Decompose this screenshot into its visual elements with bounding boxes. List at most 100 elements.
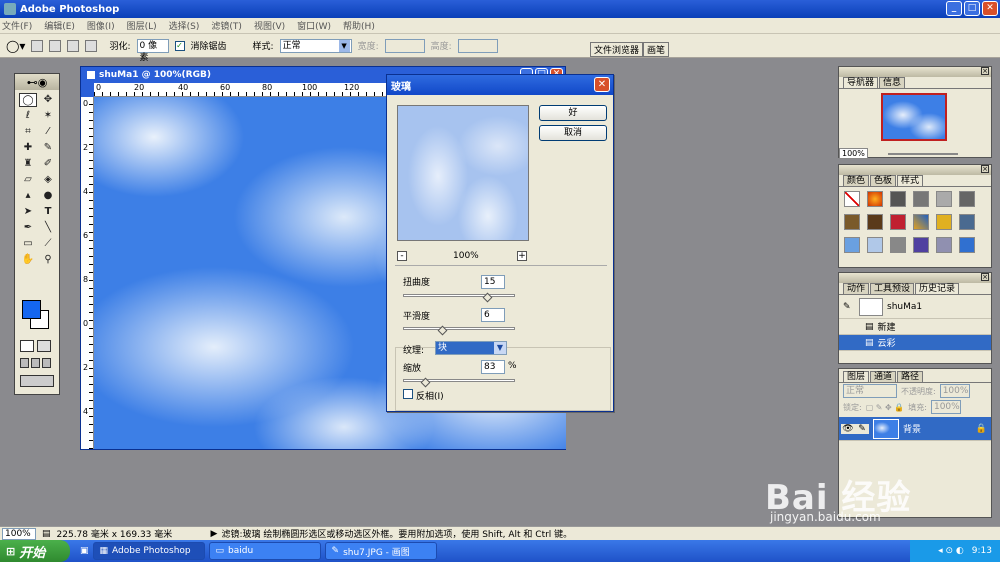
- history-item[interactable]: ▤ 云彩: [839, 335, 991, 351]
- taskbar-item-baidu[interactable]: ▭ baidu: [208, 542, 321, 560]
- taskbar-item-photoshop[interactable]: ▦ Adobe Photoshop: [92, 542, 205, 560]
- panel-header[interactable]: ×: [839, 273, 991, 283]
- style-swatch[interactable]: [844, 191, 860, 207]
- width-input[interactable]: [384, 38, 425, 53]
- intersect-selection-icon[interactable]: [85, 39, 98, 52]
- add-selection-icon[interactable]: [49, 39, 62, 52]
- tab-color[interactable]: 颜色: [843, 175, 870, 186]
- dialog-title-bar[interactable]: 玻璃: [387, 75, 613, 95]
- panel-header[interactable]: ×: [839, 165, 991, 175]
- invert-checkbox[interactable]: [403, 389, 413, 399]
- file-browser-tab[interactable]: 文件浏览器: [590, 42, 644, 57]
- smoothness-slider[interactable]: [403, 327, 515, 330]
- style-swatch[interactable]: [890, 214, 906, 230]
- style-swatch[interactable]: [844, 214, 860, 230]
- style-swatch[interactable]: [936, 237, 952, 253]
- taskbar-item-paint[interactable]: ✎ shu7.JPG - 画图: [324, 542, 437, 560]
- texture-select[interactable]: 块 ▼: [435, 341, 507, 355]
- maximize-button[interactable]: □: [964, 1, 980, 16]
- foreground-color-swatch-top[interactable]: [22, 300, 41, 319]
- menu-layer[interactable]: 图层(L): [127, 19, 157, 32]
- start-button[interactable]: ⊞ 开始: [0, 540, 70, 562]
- antialias-checkbox[interactable]: ✓: [174, 40, 185, 51]
- history-snapshot[interactable]: ✎ shuMa1: [839, 295, 991, 319]
- menu-file[interactable]: 文件(F): [2, 19, 32, 32]
- show-desktop-icon[interactable]: ▣: [80, 546, 89, 556]
- layer-row[interactable]: 👁 ✎ 背景 🔒: [839, 417, 991, 441]
- brushes-tab[interactable]: 画笔: [643, 42, 670, 57]
- eraser-icon[interactable]: ▱: [19, 173, 37, 187]
- history-item[interactable]: ▤ 新建: [839, 319, 991, 335]
- style-swatch[interactable]: [936, 191, 952, 207]
- tab-styles[interactable]: 样式: [897, 175, 924, 186]
- blend-mode-select[interactable]: 正常: [843, 384, 897, 398]
- notes-icon[interactable]: ▭: [19, 237, 37, 251]
- stamp-icon[interactable]: ♜: [19, 157, 37, 171]
- style-swatch[interactable]: [867, 237, 883, 253]
- style-swatch[interactable]: [959, 237, 975, 253]
- menu-select[interactable]: 选择(S): [169, 19, 200, 32]
- fill-input[interactable]: 100%: [930, 400, 961, 414]
- tray-icons[interactable]: ◂ ⊙ ◐: [938, 546, 964, 556]
- blur-icon[interactable]: ▴: [19, 189, 37, 203]
- panel-close-icon[interactable]: ×: [981, 165, 989, 173]
- opacity-input[interactable]: 100%: [939, 384, 970, 398]
- cancel-button[interactable]: 取消: [539, 125, 607, 141]
- lasso-icon[interactable]: ℓ: [19, 109, 37, 123]
- style-swatch[interactable]: [959, 191, 975, 207]
- menu-edit[interactable]: 编辑(E): [44, 19, 75, 32]
- tab-channels[interactable]: 通道: [870, 371, 897, 382]
- marquee-icon[interactable]: ◯: [19, 93, 37, 107]
- subtract-selection-icon[interactable]: [67, 39, 80, 52]
- dialog-close-button[interactable]: ✕: [594, 77, 610, 92]
- style-swatch[interactable]: [913, 214, 929, 230]
- magic-wand-icon[interactable]: ✶: [39, 109, 57, 123]
- move-icon[interactable]: ✥: [39, 93, 57, 107]
- zoom-icon[interactable]: ⚲: [39, 253, 57, 267]
- style-swatch[interactable]: [913, 191, 929, 207]
- style-swatch[interactable]: [890, 237, 906, 253]
- distortion-slider[interactable]: [403, 294, 515, 297]
- minimize-button[interactable]: _: [946, 1, 962, 16]
- close-button[interactable]: ✕: [982, 1, 998, 16]
- menu-image[interactable]: 图像(I): [87, 19, 115, 32]
- status-zoom[interactable]: 100%: [2, 527, 36, 540]
- menu-window[interactable]: 窗口(W): [297, 19, 331, 32]
- type-icon[interactable]: T: [39, 205, 57, 219]
- scale-input[interactable]: 83: [481, 360, 505, 374]
- panel-header[interactable]: ×: [839, 67, 991, 77]
- bucket-icon[interactable]: ◈: [39, 173, 57, 187]
- new-selection-icon[interactable]: [31, 39, 44, 52]
- tab-actions[interactable]: 动作: [843, 283, 870, 294]
- distortion-input[interactable]: 15: [481, 275, 505, 289]
- path-select-icon[interactable]: ➤: [19, 205, 37, 219]
- style-swatch[interactable]: [959, 214, 975, 230]
- style-swatch[interactable]: [844, 237, 860, 253]
- menu-help[interactable]: 帮助(H): [343, 19, 375, 32]
- play-icon[interactable]: ▶: [211, 529, 218, 539]
- tab-paths[interactable]: 路径: [897, 371, 924, 382]
- pen-icon[interactable]: ✒: [19, 221, 37, 235]
- marquee-tool-icon[interactable]: ◯▾: [6, 39, 25, 53]
- menu-filter[interactable]: 滤镜(T): [211, 19, 242, 32]
- style-swatch[interactable]: [936, 214, 952, 230]
- zoom-out-button[interactable]: -: [397, 251, 407, 261]
- panel-close-icon[interactable]: ×: [981, 67, 989, 75]
- hand-icon[interactable]: ✋: [19, 253, 37, 267]
- eyedropper-icon[interactable]: ⟋: [39, 237, 57, 251]
- style-swatch[interactable]: [867, 214, 883, 230]
- panel-close-icon[interactable]: ×: [981, 273, 989, 281]
- ok-button[interactable]: 好: [539, 105, 607, 121]
- history-brush-icon[interactable]: ✐: [39, 157, 57, 171]
- quick-mask-icon[interactable]: [20, 340, 54, 352]
- tab-tool-presets[interactable]: 工具预设: [870, 283, 915, 294]
- tab-navigator[interactable]: 导航器: [843, 77, 879, 88]
- style-swatch[interactable]: [890, 191, 906, 207]
- brush-icon[interactable]: ✎: [39, 141, 57, 155]
- filter-preview[interactable]: [397, 105, 529, 241]
- jump-to-imageready-icon[interactable]: [20, 375, 54, 387]
- menu-view[interactable]: 视图(V): [254, 19, 285, 32]
- tab-history[interactable]: 历史记录: [915, 283, 960, 294]
- style-swatch[interactable]: [867, 191, 883, 207]
- healing-icon[interactable]: ✚: [19, 141, 37, 155]
